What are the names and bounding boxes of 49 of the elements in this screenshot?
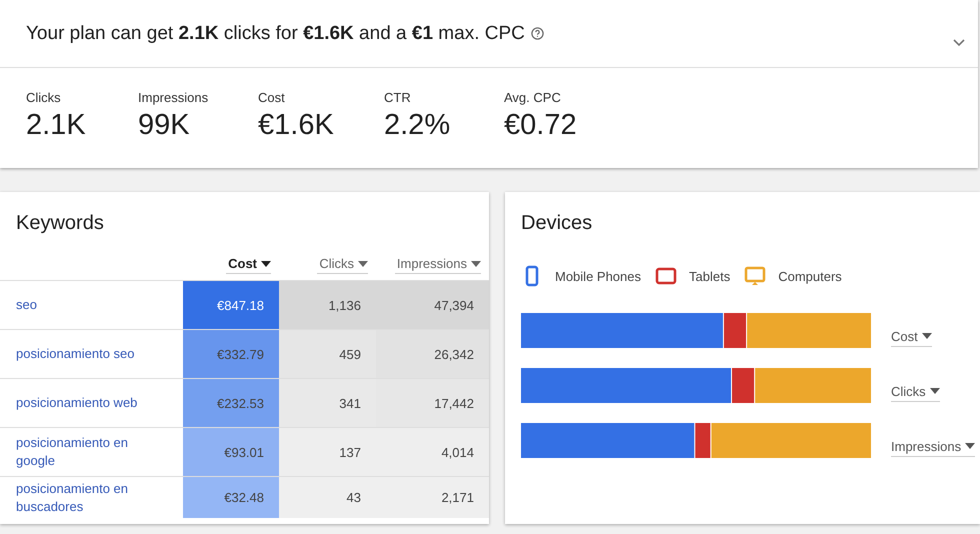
dropdown-arrow-icon xyxy=(930,388,940,394)
dropdown-arrow-icon xyxy=(965,443,976,449)
table-cell: €93.01 xyxy=(183,428,279,476)
table-cell: 341 xyxy=(279,379,376,427)
legend-label: Mobile Phones xyxy=(555,268,641,284)
keyword-link[interactable]: posicionamiento en google xyxy=(0,428,183,476)
metric-label: Avg. CPC xyxy=(504,90,562,105)
plan-headline: Your plan can get 2.1K clicks for €1.6K and a €1 max. CPC xyxy=(26,22,525,44)
card-title: Keywords xyxy=(15,211,105,235)
table-cell: 26,342 xyxy=(376,330,489,378)
metric-value: €0.72 xyxy=(504,109,578,142)
metric-value: €1.6K xyxy=(258,109,335,142)
dropdown-arrow-icon xyxy=(358,260,368,266)
keyword-link[interactable]: seo xyxy=(0,281,183,329)
legend-label: Tablets xyxy=(689,268,730,284)
metric-label: Clicks xyxy=(26,90,62,105)
table-cell: 459 xyxy=(279,330,376,378)
card-title: Devices xyxy=(520,211,594,235)
keyword-link[interactable]: posicionamiento web xyxy=(0,379,183,427)
table-cell: 2,171 xyxy=(376,477,489,518)
dropdown-arrow-icon xyxy=(471,260,481,266)
table-cell: €332.79 xyxy=(183,330,279,378)
table-cell: 1,136 xyxy=(279,281,376,329)
dropdown-arrow-icon xyxy=(261,260,271,266)
dropdown-arrow-icon xyxy=(922,333,932,339)
metric-dropdown[interactable]: Cost xyxy=(891,328,932,346)
metric-label: Impressions xyxy=(138,90,210,105)
metric-label: Cost xyxy=(258,90,286,105)
table-cell: 43 xyxy=(279,477,376,518)
metric-value: 2.1K xyxy=(26,109,87,142)
metric-value: 2.2% xyxy=(384,109,452,142)
table-cell: 4,014 xyxy=(376,428,489,476)
metric-label: CTR xyxy=(384,90,412,105)
keyword-link[interactable]: posicionamiento seo xyxy=(0,330,183,378)
table-cell: 17,442 xyxy=(376,379,489,427)
metric-value: 99K xyxy=(138,109,191,142)
metric-dropdown[interactable]: Clicks xyxy=(891,384,940,402)
legend-label: Computers xyxy=(778,268,842,284)
sort-header[interactable]: Cost xyxy=(226,256,271,274)
table-cell: 137 xyxy=(279,428,376,476)
table-cell: €847.18 xyxy=(183,281,279,329)
table-cell: €32.48 xyxy=(183,477,279,518)
metric-dropdown[interactable]: Impressions xyxy=(891,438,976,456)
table-cell: 47,394 xyxy=(376,281,489,329)
sort-header[interactable]: Clicks xyxy=(317,256,368,274)
help-icon[interactable] xyxy=(530,27,544,40)
table-cell: €232.53 xyxy=(183,379,279,427)
sort-header[interactable]: Impressions xyxy=(394,256,481,274)
keyword-link[interactable]: posicionamiento en buscadores xyxy=(0,477,183,518)
